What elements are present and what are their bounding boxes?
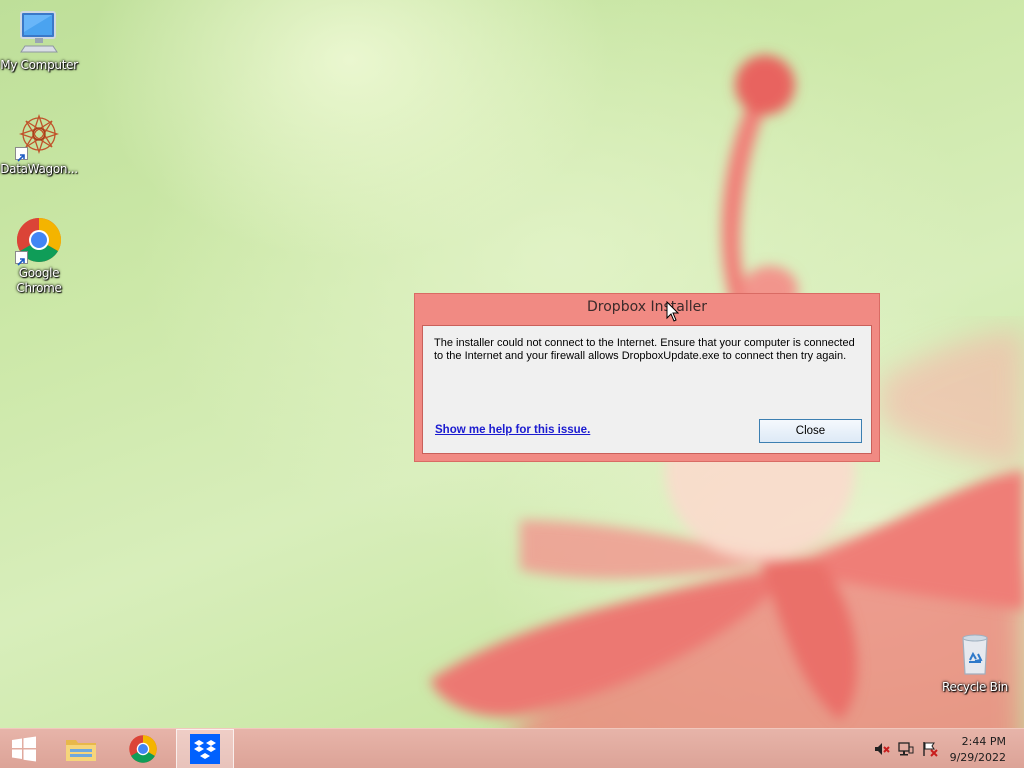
close-button[interactable]: Close [759,419,862,443]
desktop-icon-label: Recycle Bin [942,680,1008,694]
computer-icon [15,8,63,56]
chrome-icon [15,216,63,266]
desktop-icon-label: DataWagon... [0,162,78,176]
desktop-icon-label: Google Chrome [16,266,62,295]
taskbar-file-explorer[interactable] [52,729,110,768]
shortcut-arrow-icon [15,251,28,266]
clock-date: 9/29/2022 [949,751,1006,764]
file-explorer-icon [66,740,96,761]
shortcut-arrow-icon [15,147,28,162]
dialog-client-area: The installer could not connect to the I… [422,325,872,454]
network-icon[interactable] [898,741,914,757]
datawagon-logo-icon [15,112,63,162]
taskbar-dropbox[interactable] [176,729,234,768]
desktop-icon-my-computer[interactable]: My Computer [0,8,78,73]
speaker-muted-icon[interactable] [874,741,890,757]
desktop-icon-google-chrome[interactable]: Google Chrome [0,216,78,296]
help-link[interactable]: Show me help for this issue. [435,424,590,436]
desktop[interactable]: My Computer DataWagon... Google Chrome R… [0,0,1024,768]
error-message: The installer could not connect to the I… [434,337,855,362]
desktop-icon-recycle-bin[interactable]: Recycle Bin [936,630,1014,695]
mouse-cursor-icon [666,301,680,322]
dropbox-icon [190,734,220,764]
dialog-title: Dropbox Installer [587,299,707,315]
start-button[interactable] [0,729,48,768]
windows-start-icon [12,736,36,762]
clock-time: 2:44 PM [961,735,1006,748]
system-clock[interactable]: 2:44 PM 9/29/2022 [950,734,1006,766]
dropbox-installer-dialog[interactable]: Dropbox Installer The installer could no… [414,293,880,462]
action-center-flag-icon[interactable] [922,741,938,757]
desktop-icon-label: My Computer [0,58,78,72]
desktop-icon-datawagon[interactable]: DataWagon... [0,112,78,177]
taskbar: 2:44 PM 9/29/2022 [0,728,1024,768]
chrome-icon [129,735,157,763]
recycle-bin-icon [951,630,999,678]
taskbar-chrome[interactable] [114,729,172,768]
